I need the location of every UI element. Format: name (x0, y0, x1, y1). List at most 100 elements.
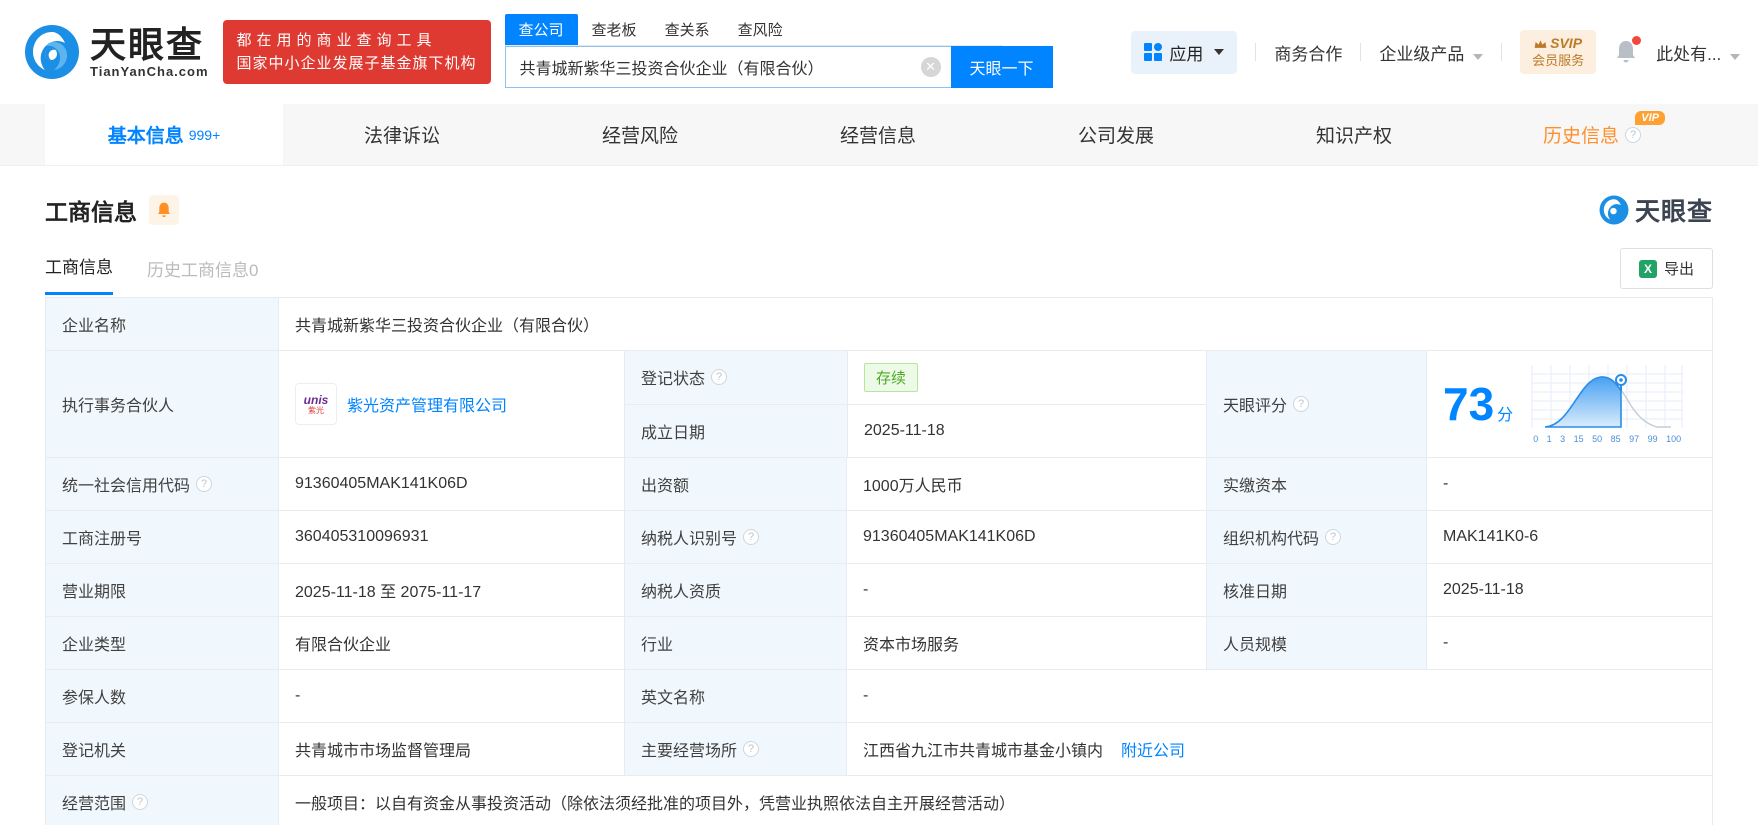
label-text: 天眼评分 (1223, 398, 1288, 415)
tab-legal-litigation[interactable]: 法律诉讼 (283, 104, 521, 165)
subtab-business-info[interactable]: 工商信息 (45, 253, 113, 295)
axis-tick: 85 (1610, 433, 1621, 444)
enterprise-product-link[interactable]: 企业级产品 (1379, 40, 1484, 65)
status-date-column: 登记状态 ? 存续 成立日期 2025-11-18 (624, 351, 1206, 457)
help-icon[interactable]: ? (1293, 396, 1310, 412)
export-label: 导出 (1663, 261, 1694, 278)
paid-capital-value: - (1426, 458, 1714, 510)
search-tab-relation[interactable]: 查关系 (651, 14, 724, 45)
industry-label: 行业 (624, 617, 846, 669)
score-unit: 分 (1497, 407, 1514, 424)
svip-member-button[interactable]: SVIP 会员服务 (1520, 30, 1597, 74)
score-axis-labels: 0 1 3 15 50 85 97 99 100 (1531, 434, 1683, 444)
subtab-row: 工商信息 历史工商信息0 X 导出 (45, 248, 1713, 295)
divider (1501, 43, 1503, 61)
search-tab-company[interactable]: 查公司 (504, 14, 578, 45)
partner-company-link[interactable]: 紫光资产管理有限公司 (347, 392, 507, 416)
help-icon[interactable]: ? (132, 794, 149, 810)
svip-line1: SVIP (1550, 35, 1583, 51)
table-row: 工商注册号 360405310096931 纳税人识别号 ? 91360405M… (46, 511, 1712, 564)
tab-label: 基本信息 (107, 126, 184, 147)
business-info-section: 工商信息 天眼查 工商信息 历史工商信息0 X 导出 企业名称 共青城新紫华三投… (0, 192, 1758, 825)
tab-company-development[interactable]: 公司发展 (997, 104, 1235, 165)
promo-line2: 国家中小企业发展子基金旗下机构 (236, 55, 477, 72)
label-text: 登记状态 (641, 371, 706, 389)
insured-count-label: 参保人数 (46, 670, 278, 722)
search-tab-boss[interactable]: 查老板 (578, 14, 651, 45)
apps-label: 应用 (1169, 44, 1204, 64)
nearby-companies-link[interactable]: 附近公司 (1121, 737, 1185, 761)
tab-label: 法律诉讼 (363, 126, 440, 147)
search-tab-risk[interactable]: 查风险 (724, 14, 797, 45)
tab-operation-info[interactable]: 经营信息 (759, 104, 997, 165)
taxpayer-id-label: 纳税人识别号 ? (624, 511, 846, 563)
taxpayer-id-value: 91360405MAK141K06D (846, 511, 1206, 563)
help-icon[interactable]: ? (743, 741, 760, 757)
search-button[interactable]: 天眼一下 (950, 46, 1053, 88)
watermark-logo: 天眼查 (1599, 192, 1713, 228)
help-icon[interactable]: ? (743, 529, 760, 545)
capital-value: 1000万人民币 (846, 458, 1206, 510)
section-title: 工商信息 (45, 199, 137, 225)
business-info-table: 企业名称 共青城新紫华三投资合伙企业（有限合伙） 执行事务合伙人 unis 紫光… (45, 297, 1713, 825)
address-text: 江西省九江市共青城市基金小镇内 (863, 743, 1104, 760)
header-right: 应用 商务合作 企业级产品 SVIP 会员服务 此处有... (1131, 30, 1740, 74)
approval-date-label: 核准日期 (1206, 564, 1426, 616)
company-type-value: 有限合伙企业 (278, 617, 624, 669)
business-scope-value: 一般项目：以自有资金从事投资活动（除依法须经批准的项目外，凭营业执照依法自主开展… (278, 776, 1714, 825)
search-input[interactable] (504, 46, 951, 88)
label-text: 统一社会信用代码 (62, 478, 191, 495)
tab-operation-risk[interactable]: 经营风险 (521, 104, 759, 165)
establish-date-label: 成立日期 (625, 404, 847, 457)
help-icon[interactable]: ? (711, 369, 728, 386)
partner-logo-text: unis (303, 392, 329, 407)
subtab-history-business-info[interactable]: 历史工商信息0 (147, 256, 258, 295)
tab-intellectual-property[interactable]: 知识产权 (1235, 104, 1473, 165)
chevron-down-icon (1730, 53, 1740, 60)
label-text: 经营范围 (62, 796, 127, 813)
insured-count-value: - (278, 670, 624, 722)
export-button[interactable]: X 导出 (1619, 248, 1713, 289)
help-icon[interactable]: ? (1325, 529, 1342, 545)
table-row: 营业期限 2025-11-18 至 2075-11-17 纳税人资质 - 核准日… (46, 564, 1712, 617)
tab-count: 999+ (188, 126, 221, 143)
brand-domain: TianYanCha.com (90, 63, 209, 79)
apps-grid-icon (1144, 43, 1163, 61)
table-row: 经营范围 ? 一般项目：以自有资金从事投资活动（除依法须经批准的项目外，凭营业执… (46, 776, 1712, 825)
apps-menu-button[interactable]: 应用 (1131, 30, 1238, 74)
clear-search-icon[interactable]: ✕ (920, 57, 941, 77)
taxpayer-quality-label: 纳税人资质 (624, 564, 846, 616)
search-tabs: 查公司 查老板 查关系 查风险 (504, 14, 1003, 46)
tianyancha-watermark-icon (1599, 195, 1629, 225)
staff-size-value: - (1426, 617, 1714, 669)
axis-tick: 0 (1533, 433, 1539, 444)
executive-partner-label: 执行事务合伙人 (46, 351, 278, 457)
credit-code-value: 91360405MAK141K06D (278, 458, 624, 510)
label-text: 主要经营场所 (641, 743, 738, 760)
axis-tick: 97 (1629, 433, 1640, 444)
tianyancha-logo-icon (25, 25, 79, 79)
tab-basic-info[interactable]: 基本信息 999+ (45, 104, 283, 165)
axis-tick: 3 (1560, 433, 1566, 444)
enterprise-product-label: 企业级产品 (1379, 44, 1465, 64)
label-text: 组织机构代码 (1223, 531, 1320, 548)
label-text: 纳税人识别号 (641, 531, 738, 548)
help-icon[interactable]: ? (1625, 126, 1641, 143)
promo-line1: 都在用的商业查询工具 (236, 32, 437, 49)
notifications-button[interactable] (1614, 36, 1642, 65)
chevron-down-icon (1473, 53, 1484, 60)
staff-size-label: 人员规模 (1206, 617, 1426, 669)
reg-authority-label: 登记机关 (46, 723, 278, 775)
english-name-value: - (846, 670, 1714, 722)
tianyancha-logo[interactable]: 天眼查 TianYanCha.com (24, 24, 209, 80)
tab-history-info[interactable]: VIP 历史信息 ? (1473, 104, 1711, 165)
tab-label: 经营风险 (601, 126, 678, 147)
help-icon[interactable]: ? (196, 476, 213, 492)
business-coop-link[interactable]: 商务合作 (1274, 40, 1342, 65)
table-row: 统一社会信用代码 ? 91360405MAK141K06D 出资额 1000万人… (46, 458, 1712, 511)
user-menu[interactable]: 此处有... (1656, 40, 1740, 65)
divider (1360, 43, 1362, 61)
monitor-bell-button[interactable] (149, 195, 179, 225)
table-row: 执行事务合伙人 unis 紫光 紫光资产管理有限公司 登记状态 ? 存续 成立日… (46, 351, 1712, 458)
vip-badge: VIP (1635, 111, 1665, 125)
